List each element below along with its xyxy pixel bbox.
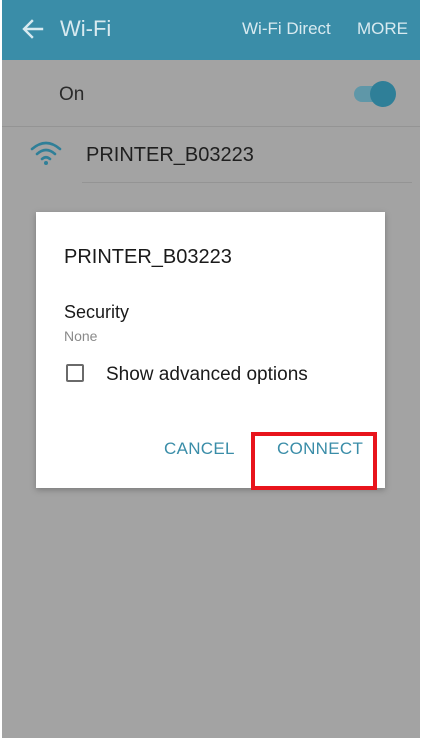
security-label: Security <box>64 302 130 322</box>
page-title: Wi-Fi <box>60 16 112 41</box>
advanced-options-checkbox[interactable] <box>66 364 84 382</box>
network-list-item[interactable]: PRINTER_B03223 <box>2 127 420 184</box>
wifi-toggle-row[interactable]: On <box>2 60 420 127</box>
more-menu-button[interactable]: MORE <box>357 19 408 39</box>
wifi-toggle-switch[interactable] <box>370 81 396 107</box>
wifi-toggle-label: On <box>59 84 85 105</box>
action-bar: Wi-Fi Wi-Fi Direct MORE <box>2 0 420 60</box>
phone-screen: Wi-Fi Wi-Fi Direct MORE On PRINTER_B0322… <box>2 0 420 738</box>
security-value: None <box>64 328 98 344</box>
wifi-direct-button[interactable]: Wi-Fi Direct <box>242 19 331 39</box>
divider <box>82 182 412 183</box>
advanced-options-label[interactable]: Show advanced options <box>106 364 308 386</box>
connect-highlight-annotation <box>251 432 377 490</box>
wifi-signal-icon <box>30 141 62 165</box>
dialog-title: PRINTER_B03223 <box>64 246 232 268</box>
network-ssid: PRINTER_B03223 <box>86 144 254 166</box>
cancel-button[interactable]: CANCEL <box>164 439 235 459</box>
back-arrow-icon[interactable] <box>18 14 48 44</box>
